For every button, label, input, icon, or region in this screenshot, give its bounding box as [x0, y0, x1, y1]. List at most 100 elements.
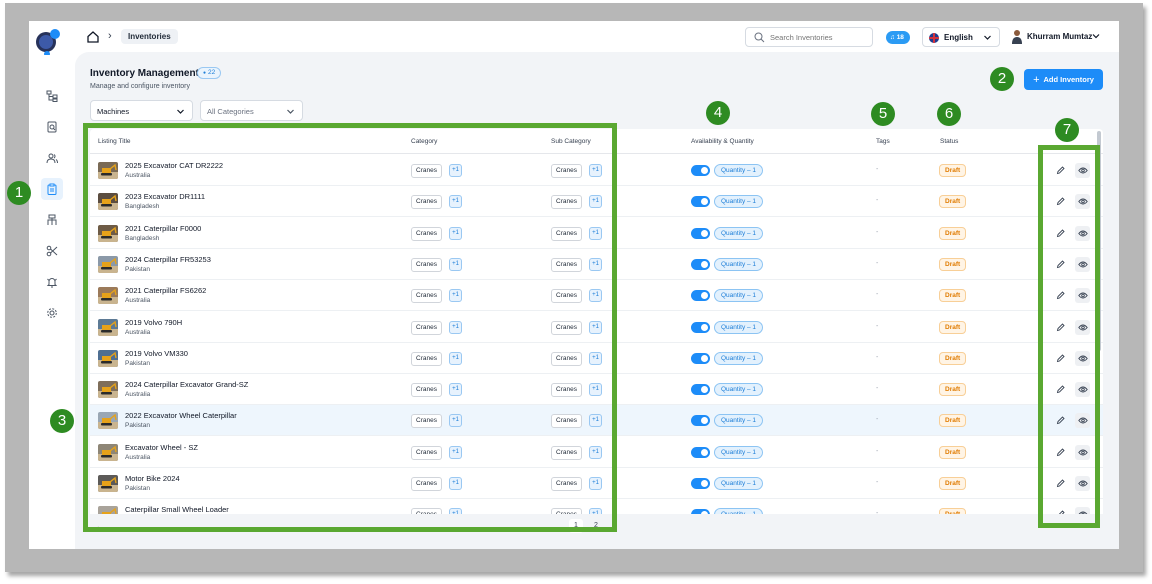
users-icon: [46, 153, 58, 164]
category-placeholder: All Categories: [207, 107, 254, 116]
quantity-badge: Quantity – 1: [714, 414, 764, 428]
availability-toggle[interactable]: [691, 352, 710, 364]
sidebar-item-structure[interactable]: [41, 209, 63, 231]
quantity-badge: Quantity – 1: [714, 320, 764, 334]
tags-value: -: [876, 197, 879, 205]
status-badge: Draft: [939, 195, 967, 209]
status-badge: Draft: [939, 289, 967, 303]
status-badge: Draft: [939, 445, 967, 459]
availability-toggle[interactable]: [691, 446, 710, 458]
annotation-box-actions: [1038, 145, 1100, 528]
tags-value: -: [876, 385, 879, 393]
annotation-marker-2: 2: [990, 67, 1014, 91]
status-badge: Draft: [939, 383, 967, 397]
chevron-right-icon: ›: [108, 30, 112, 42]
status-badge: Draft: [939, 477, 967, 490]
status-badge: Draft: [939, 226, 967, 240]
status-badge: Draft: [939, 414, 967, 428]
uk-flag-icon: [929, 33, 939, 43]
scissors-icon: [46, 245, 58, 257]
availability-toggle[interactable]: [691, 196, 710, 208]
bell-icon: ♫: [890, 34, 895, 41]
availability-toggle[interactable]: [691, 415, 710, 427]
quantity-badge: Quantity – 1: [714, 445, 764, 459]
tags-value: -: [876, 228, 879, 236]
machine-type-select[interactable]: Machines: [90, 100, 193, 121]
tags-value: -: [876, 416, 879, 424]
notifications-badge[interactable]: ♫ 18: [886, 31, 910, 44]
clipboard-icon: [47, 183, 57, 195]
quantity-badge: Quantity – 1: [714, 164, 764, 177]
language-label: English: [944, 33, 973, 42]
add-inventory-button[interactable]: + Add Inventory: [1024, 69, 1103, 90]
sidebar-item-hierarchy[interactable]: [41, 85, 63, 107]
status-badge: Draft: [939, 508, 967, 514]
status-badge: Draft: [939, 164, 967, 177]
language-select[interactable]: English: [922, 27, 1000, 47]
column-availability[interactable]: Availability & Quantity: [691, 138, 754, 145]
chevron-down-icon: [177, 109, 184, 114]
tags-value: -: [876, 447, 879, 455]
hierarchy-icon: [46, 90, 58, 102]
plus-icon: +: [1033, 74, 1040, 86]
screenshot-frame: › Inventories ♫ 18 English: [0, 0, 1152, 584]
quantity-badge: Quantity – 1: [714, 351, 764, 365]
machine-type-value: Machines: [97, 107, 130, 116]
avatar[interactable]: [1011, 29, 1023, 44]
annotation-marker-6: 6: [937, 102, 961, 126]
availability-toggle[interactable]: [691, 258, 710, 270]
page-subtitle: Manage and configure inventory: [90, 83, 191, 90]
sidebar-item-users[interactable]: [41, 147, 63, 169]
inventory-count-badge: 22: [197, 67, 222, 79]
home-icon[interactable]: [86, 30, 100, 44]
document-search-icon: [47, 121, 57, 133]
search-box[interactable]: [745, 27, 873, 47]
availability-toggle[interactable]: [691, 384, 710, 396]
chevron-down-icon: [287, 109, 294, 114]
chevron-down-icon[interactable]: [1091, 31, 1101, 41]
quantity-badge: Quantity – 1: [714, 226, 764, 240]
status-badge: Draft: [939, 351, 967, 365]
user-name[interactable]: Khurram Mumtaz: [1027, 32, 1092, 41]
availability-toggle[interactable]: [691, 227, 710, 239]
annotation-marker-5: 5: [871, 102, 895, 126]
status-badge: Draft: [939, 320, 967, 334]
status-badge: Draft: [939, 257, 967, 271]
availability-toggle[interactable]: [691, 165, 710, 176]
availability-toggle[interactable]: [691, 290, 710, 302]
page-title: Inventory Management: [90, 68, 199, 79]
sidebar-item-inventory[interactable]: [41, 178, 63, 200]
sitemap-icon: [47, 214, 57, 225]
sidebar-item-tools[interactable]: [41, 240, 63, 262]
search-input[interactable]: [770, 31, 868, 44]
annotation-marker-3: 3: [50, 409, 74, 433]
app-logo[interactable]: [33, 27, 63, 57]
tags-value: -: [876, 166, 879, 173]
annotation-marker-4: 4: [706, 101, 730, 125]
breadcrumb-current[interactable]: Inventories: [121, 29, 178, 44]
notification-count: 18: [896, 34, 904, 41]
column-tags[interactable]: Tags: [876, 138, 890, 145]
bell-icon: [46, 278, 58, 288]
quantity-badge: Quantity – 1: [714, 195, 764, 209]
tags-value: -: [876, 291, 879, 299]
gear-icon: [47, 308, 57, 318]
sidebar-item-settings[interactable]: [41, 302, 63, 324]
tags-value: -: [876, 322, 879, 330]
quantity-badge: Quantity – 1: [714, 257, 764, 271]
tags-value: -: [876, 353, 879, 361]
chevron-down-icon: [984, 35, 991, 40]
column-status[interactable]: Status: [940, 138, 958, 145]
sidebar-item-reports[interactable]: [41, 116, 63, 138]
quantity-badge: Quantity – 1: [714, 508, 764, 514]
availability-toggle[interactable]: [691, 321, 710, 333]
annotation-marker-1: 1: [7, 181, 31, 205]
tags-value: -: [876, 259, 879, 267]
availability-toggle[interactable]: [691, 509, 710, 514]
category-select[interactable]: All Categories: [200, 100, 303, 121]
tags-value: -: [876, 510, 879, 514]
availability-toggle[interactable]: [691, 478, 710, 489]
quantity-badge: Quantity – 1: [714, 477, 764, 490]
sidebar-item-alerts[interactable]: [41, 271, 63, 293]
top-bar: › Inventories ♫ 18 English: [29, 21, 1119, 57]
